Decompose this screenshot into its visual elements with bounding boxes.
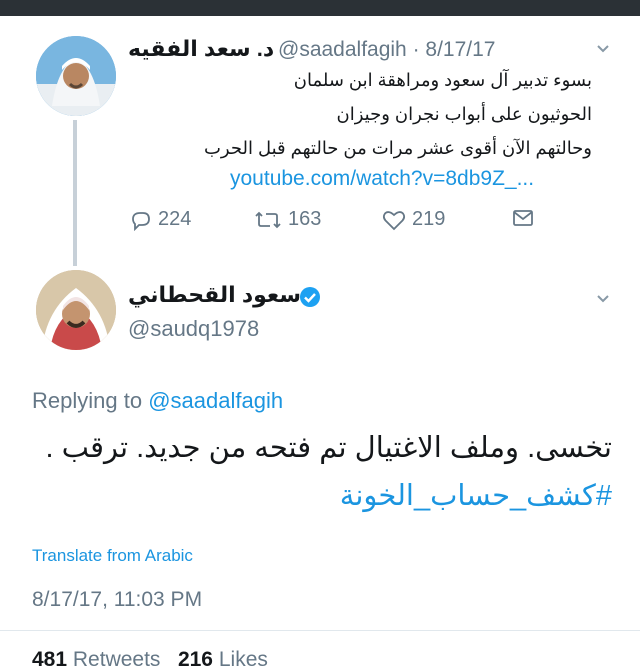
thread-connector [73,120,77,266]
like-button[interactable]: 219 [382,208,445,231]
tweet-text-line: الحوثيون على أبواب نجران وجيزان [336,104,592,124]
likes-count: 216 [177,648,213,671]
translate-link[interactable]: Translate from Arabic [32,546,193,566]
status-bar [0,0,640,16]
message-icon [512,208,534,228]
reply-button[interactable]: 224 [130,208,191,231]
replying-prefix: Replying to [32,388,143,413]
retweets-count: 481 [32,648,68,671]
tweet-link[interactable]: youtube.com/watch?v=8db9Z_... [230,167,534,191]
avatar-image [36,270,116,350]
divider [0,630,640,631]
retweet-icon [254,209,282,231]
author-handle[interactable]: @saudq1978 [128,316,259,342]
like-count: 219 [412,208,446,230]
retweets-label: Retweets [72,648,161,671]
direct-message-button[interactable] [512,208,534,228]
verified-badge-icon [299,286,321,308]
tweet-stats: 481 Retweets 216 Likes [32,648,268,672]
tweet-text-line: بسوء تدبير آل سعود ومراهقة ابن سلمان [293,70,592,90]
hashtag-link[interactable]: #كشف_حساب_الخونة [340,478,612,513]
chevron-down-icon[interactable] [596,42,610,56]
tweet-text: تخسى. وملف الاغتيال تم فتحه من جديد. ترق… [45,432,612,464]
avatar-image [36,36,116,116]
retweet-button[interactable]: 163 [254,208,321,231]
author-name[interactable]: سعود القحطاني [128,282,301,308]
chevron-down-icon[interactable] [596,292,610,306]
likes-label: Likes [218,648,268,671]
quoted-tweet-header: د. سعد الفقيه @saadalfagih · 8/17/17 [128,36,588,64]
retweets-stat[interactable]: 481 Retweets [32,648,160,671]
tweet-date[interactable]: 8/17/17 [425,38,495,61]
author-meta: @saadalfagih · 8/17/17 [278,38,496,61]
tweet-timestamp: 8/17/17, 11:03 PM [32,588,203,611]
avatar[interactable] [36,270,116,350]
author-handle[interactable]: @saadalfagih [278,38,407,61]
avatar[interactable] [36,36,116,116]
tweet-text-line: وحالتهم الآن أقوى عشر مرات من حالتهم قبل… [203,138,592,158]
reply-icon [130,209,152,231]
reply-count: 224 [158,208,192,230]
replying-to: Replying to @saadalfagih [32,388,283,414]
replying-mention[interactable]: @saadalfagih [148,388,283,413]
author-name[interactable]: د. سعد الفقيه [128,36,274,62]
like-icon [382,209,406,231]
likes-stat[interactable]: 216 Likes [178,648,268,671]
retweet-count: 163 [288,208,322,230]
